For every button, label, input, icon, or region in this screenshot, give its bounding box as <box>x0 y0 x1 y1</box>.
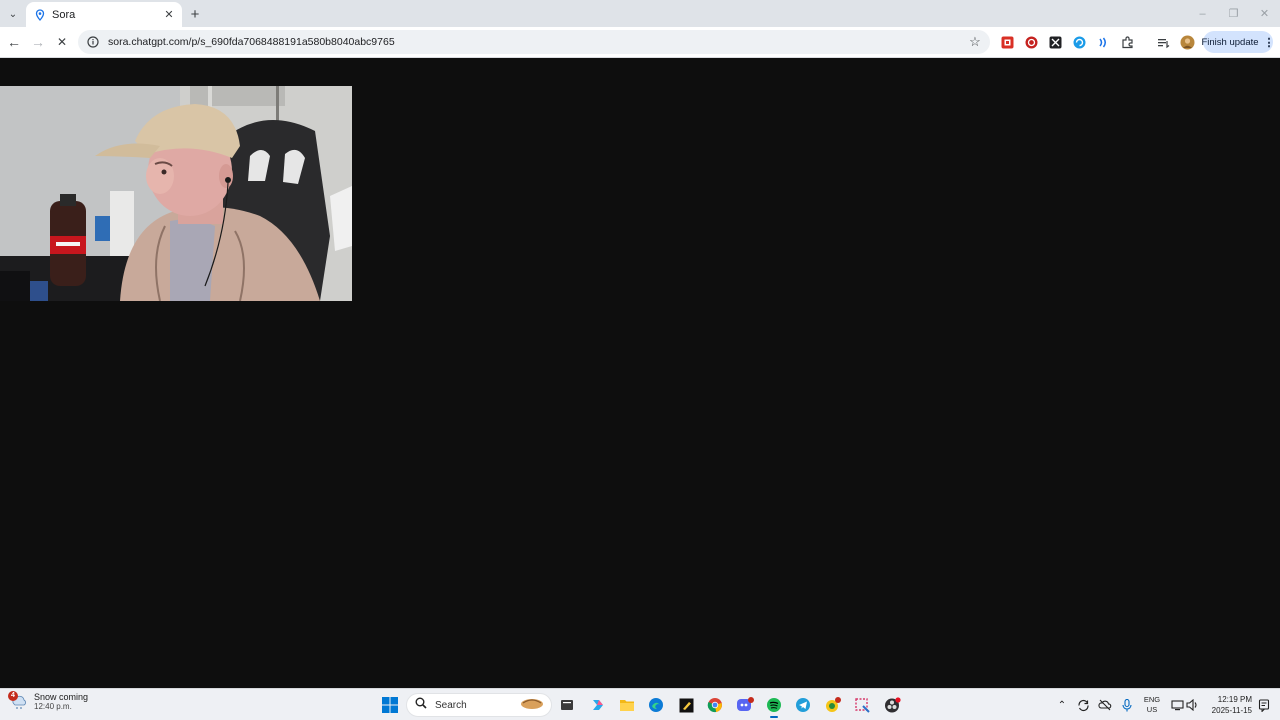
file-explorer-icon[interactable] <box>617 695 637 715</box>
finish-update-button[interactable]: Finish update ⋮ <box>1201 31 1275 53</box>
spotify-icon[interactable] <box>764 695 784 715</box>
microphone-icon[interactable] <box>1119 697 1135 713</box>
reading-list-icon[interactable] <box>1155 34 1171 50</box>
minimize-icon[interactable]: – <box>1187 0 1218 27</box>
video-player[interactable] <box>0 86 352 301</box>
volume-icon[interactable] <box>1184 697 1200 713</box>
site-info-icon[interactable] <box>86 35 100 49</box>
snipping-tool-icon[interactable] <box>852 695 872 715</box>
tray-chevron-up-icon[interactable]: ⌃ <box>1054 697 1070 713</box>
spotify-active-indicator <box>770 716 778 718</box>
search-highlight-icon <box>519 695 545 716</box>
telegram-icon[interactable] <box>793 695 813 715</box>
back-arrow-icon[interactable]: ← <box>4 32 24 52</box>
weather-widget[interactable]: 4 Snow coming 12:40 p.m. <box>8 690 89 711</box>
extensions-puzzle-icon[interactable] <box>1119 34 1135 50</box>
snow-cloud-icon: 4 <box>8 690 28 711</box>
notepad-icon[interactable] <box>676 695 696 715</box>
tab-search-chevron-icon[interactable]: ⌄ <box>4 5 22 23</box>
address-bar[interactable]: sora.chatgpt.com/p/s_690fda7068488191a58… <box>78 30 990 54</box>
more-menu-icon: ⋮ <box>1263 36 1275 49</box>
page-content <box>0 58 1280 688</box>
bookmark-star-icon[interactable]: ☆ <box>966 33 984 51</box>
search-icon <box>415 696 427 714</box>
obs-icon[interactable] <box>882 695 902 715</box>
app-badge-icon[interactable] <box>823 695 843 715</box>
extension-box-icon[interactable] <box>1047 34 1063 50</box>
video-frame <box>0 86 352 301</box>
weather-title: Snow coming <box>34 692 89 702</box>
tab-close-icon[interactable]: ✕ <box>162 8 176 22</box>
chrome-icon[interactable] <box>705 695 725 715</box>
edge-icon[interactable] <box>646 695 666 715</box>
language-line1: ENG <box>1143 695 1161 704</box>
language-line2: US <box>1146 705 1158 714</box>
sync-icon[interactable] <box>1075 697 1091 713</box>
clock-time: 12:19 PM <box>1217 695 1252 704</box>
extension-blue-swirl-icon[interactable] <box>1071 34 1087 50</box>
close-window-icon[interactable]: ✕ <box>1249 0 1280 27</box>
file-icon[interactable] <box>557 695 577 715</box>
weather-subtitle: 12:40 p.m. <box>34 702 72 711</box>
system-clock[interactable]: 12:19 PM 2025-11-15 <box>1204 694 1252 716</box>
stop-loading-icon[interactable]: ✕ <box>52 32 72 52</box>
forward-arrow-icon[interactable]: → <box>28 32 48 52</box>
browser-toolbar: ← → ✕ sora.chatgpt.com/p/s_690fda7068488… <box>0 27 1280 58</box>
search-label: Search <box>435 699 467 711</box>
new-tab-icon[interactable]: + <box>186 5 204 23</box>
notification-bell-icon[interactable] <box>1256 697 1272 713</box>
clock-date: 2025-11-15 <box>1211 706 1252 715</box>
tab-strip: ⌄ Sora ✕ + – ❐ ✕ <box>0 0 1280 27</box>
cloud-offline-icon[interactable] <box>1097 697 1113 713</box>
tab-title: Sora <box>52 8 76 21</box>
extension-red-square-icon[interactable] <box>999 34 1015 50</box>
input-language-indicator[interactable]: ENG US <box>1143 695 1161 715</box>
network-icon[interactable] <box>1169 697 1185 713</box>
windows-taskbar: 4 Snow coming 12:40 p.m. Search ⌃ ENG US… <box>0 688 1280 720</box>
sora-pin-icon <box>34 8 46 21</box>
extension-waves-icon[interactable] <box>1095 34 1111 50</box>
weather-badge: 4 <box>8 690 18 701</box>
finish-update-label: Finish update <box>1201 36 1259 48</box>
copilot-icon[interactable] <box>588 695 608 715</box>
restore-icon[interactable]: ❐ <box>1218 0 1249 27</box>
extension-red-circle-icon[interactable] <box>1023 34 1039 50</box>
windows-start-icon[interactable] <box>380 695 400 715</box>
taskbar-search[interactable]: Search <box>406 693 552 717</box>
discord-icon[interactable] <box>735 695 755 715</box>
tab-sora[interactable]: Sora ✕ <box>26 2 182 27</box>
url-text: sora.chatgpt.com/p/s_690fda7068488191a58… <box>108 36 395 48</box>
profile-avatar[interactable] <box>1179 34 1195 50</box>
window-controls: – ❐ ✕ <box>1187 0 1280 27</box>
